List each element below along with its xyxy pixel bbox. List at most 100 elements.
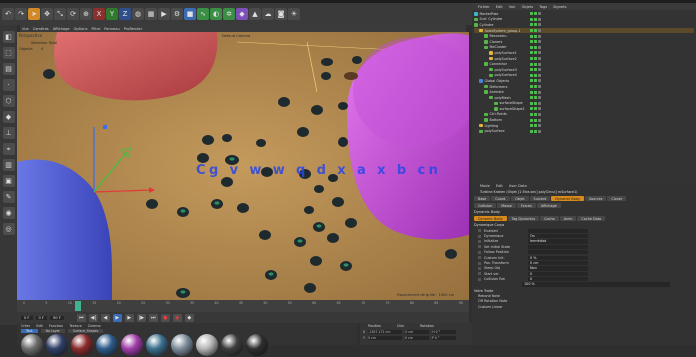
checkbox-icon[interactable] <box>478 239 481 243</box>
scale-icon[interactable]: ⤡ <box>54 8 66 20</box>
visibility-dot-icon[interactable] <box>534 90 537 94</box>
x-axis-icon[interactable]: X <box>93 8 105 20</box>
material-swatch[interactable] <box>71 334 93 356</box>
visibility-dot-icon[interactable] <box>530 129 533 133</box>
texture-mode-icon[interactable]: ▤ <box>2 63 15 75</box>
subtab-cache[interactable]: Cache <box>540 216 559 221</box>
y-axis-icon[interactable]: Y <box>106 8 118 20</box>
attr-menu-edit[interactable]: Edit <box>496 184 503 188</box>
visibility-toggles[interactable] <box>530 23 541 27</box>
tab-coord[interactable]: Coord. <box>491 196 511 201</box>
visibility-dot-icon[interactable] <box>538 90 541 94</box>
material-swatch[interactable] <box>246 334 268 356</box>
visibility-toggles[interactable] <box>530 112 541 116</box>
visibility-dot-icon[interactable] <box>534 68 537 72</box>
material-swatch[interactable] <box>171 334 193 356</box>
menu-display[interactable]: Affichage <box>53 27 70 31</box>
go-end-icon[interactable]: ⏭ <box>148 313 158 322</box>
prev-frame-icon[interactable]: ◀ <box>100 313 110 322</box>
spline-icon[interactable]: ∿ <box>197 8 209 20</box>
checkbox-icon[interactable] <box>478 277 481 281</box>
mat-menu-cinema[interactable]: Cinema <box>88 324 101 328</box>
menu-prorender[interactable]: ProRender <box>124 27 143 31</box>
select-icon[interactable]: ➤ <box>28 8 40 20</box>
visibility-toggles[interactable] <box>530 101 541 105</box>
visibility-dot-icon[interactable] <box>534 129 537 133</box>
om-menu-file[interactable]: Fichier <box>478 5 490 9</box>
visibility-dot-icon[interactable] <box>530 85 533 89</box>
visibility-dot-icon[interactable] <box>530 57 533 61</box>
nurbs-icon[interactable]: ◐ <box>210 8 222 20</box>
visibility-dot-icon[interactable] <box>534 85 537 89</box>
visibility-dot-icon[interactable] <box>530 73 533 77</box>
visibility-dot-icon[interactable] <box>534 124 537 128</box>
visibility-toggles[interactable] <box>530 96 541 100</box>
polygons-mode-icon[interactable]: ◆ <box>2 111 15 123</box>
visibility-dot-icon[interactable] <box>534 40 537 44</box>
lock-icon[interactable]: ▣ <box>2 175 15 187</box>
om-menu-edit[interactable]: Edit <box>496 5 503 9</box>
visibility-dot-icon[interactable] <box>538 12 541 16</box>
om-menu-objects[interactable]: Objets <box>522 5 534 9</box>
keyframe-icon[interactable]: ◆ <box>184 313 194 322</box>
z-axis-icon[interactable]: Z <box>119 8 131 20</box>
checkbox-icon[interactable] <box>478 245 481 249</box>
material-swatch[interactable] <box>121 334 143 356</box>
visibility-dot-icon[interactable] <box>538 34 541 38</box>
attr-menu-userdata[interactable]: User Data <box>509 184 527 188</box>
visibility-dot-icon[interactable] <box>530 101 533 105</box>
visibility-toggles[interactable] <box>530 124 541 128</box>
field-value[interactable] <box>528 244 588 250</box>
play-icon[interactable]: ▶ <box>112 313 122 322</box>
redo-icon[interactable]: ↷ <box>15 8 27 20</box>
visibility-dot-icon[interactable] <box>534 34 537 38</box>
visibility-toggles[interactable] <box>530 12 541 16</box>
visibility-dot-icon[interactable] <box>530 112 533 116</box>
workplane-icon[interactable]: ▥ <box>2 159 15 171</box>
visibility-dot-icon[interactable] <box>530 68 533 72</box>
visibility-dot-icon[interactable] <box>538 101 541 105</box>
visibility-dot-icon[interactable] <box>530 96 533 100</box>
material-swatch[interactable] <box>96 334 118 356</box>
visibility-dot-icon[interactable] <box>530 45 533 49</box>
tab-dynamic-body[interactable]: Dynamic Body <box>551 196 584 201</box>
pos-x-field[interactable]: -1307.171 cm <box>368 330 403 334</box>
prev-key-icon[interactable]: ◀| <box>88 313 98 322</box>
visibility-toggles[interactable] <box>530 73 541 77</box>
move-icon[interactable]: ✥ <box>41 8 53 20</box>
field-value[interactable]: Immédiat <box>528 239 588 244</box>
visibility-dot-icon[interactable] <box>530 17 533 21</box>
brown-beetle[interactable] <box>344 72 358 80</box>
visibility-toggles[interactable] <box>530 34 541 38</box>
checkbox-icon[interactable] <box>478 250 481 254</box>
field-value[interactable]: 0 <box>528 277 588 282</box>
visibility-dot-icon[interactable] <box>530 29 533 33</box>
visibility-toggles[interactable] <box>530 17 541 21</box>
trigger-value[interactable]: 100 % <box>522 282 670 287</box>
field-value[interactable]: Non <box>528 266 588 271</box>
om-menu-tags[interactable]: Tags <box>539 5 547 9</box>
cube-icon[interactable]: ■ <box>184 8 196 20</box>
visibility-dot-icon[interactable] <box>534 29 537 33</box>
subtab-cache-data[interactable]: Cache Data <box>577 216 606 221</box>
current-frame-field[interactable]: 0 F <box>21 315 33 320</box>
field-value[interactable]: On <box>528 233 588 239</box>
sculpt-icon[interactable]: ◉ <box>2 207 15 219</box>
filter-surface[interactable]: Surface_Shapes <box>67 329 104 333</box>
visibility-toggles[interactable] <box>530 45 541 49</box>
visibility-dot-icon[interactable] <box>530 12 533 16</box>
visibility-dot-icon[interactable] <box>530 107 533 111</box>
menu-options[interactable]: Options <box>74 27 88 31</box>
visibility-dot-icon[interactable] <box>534 12 537 16</box>
render-view-icon[interactable]: ▶ <box>158 8 170 20</box>
visibility-toggles[interactable] <box>530 40 541 44</box>
visibility-toggles[interactable] <box>530 118 541 122</box>
light-icon[interactable]: ☀ <box>288 8 300 20</box>
axis-mode-icon[interactable]: ⊥ <box>2 127 15 139</box>
visibility-dot-icon[interactable] <box>534 96 537 100</box>
visibility-dot-icon[interactable] <box>534 51 537 55</box>
rot-p-field[interactable]: P 0 ° <box>431 336 456 340</box>
visibility-dot-icon[interactable] <box>530 34 533 38</box>
visibility-dot-icon[interactable] <box>538 73 541 77</box>
visibility-dot-icon[interactable] <box>534 62 537 66</box>
